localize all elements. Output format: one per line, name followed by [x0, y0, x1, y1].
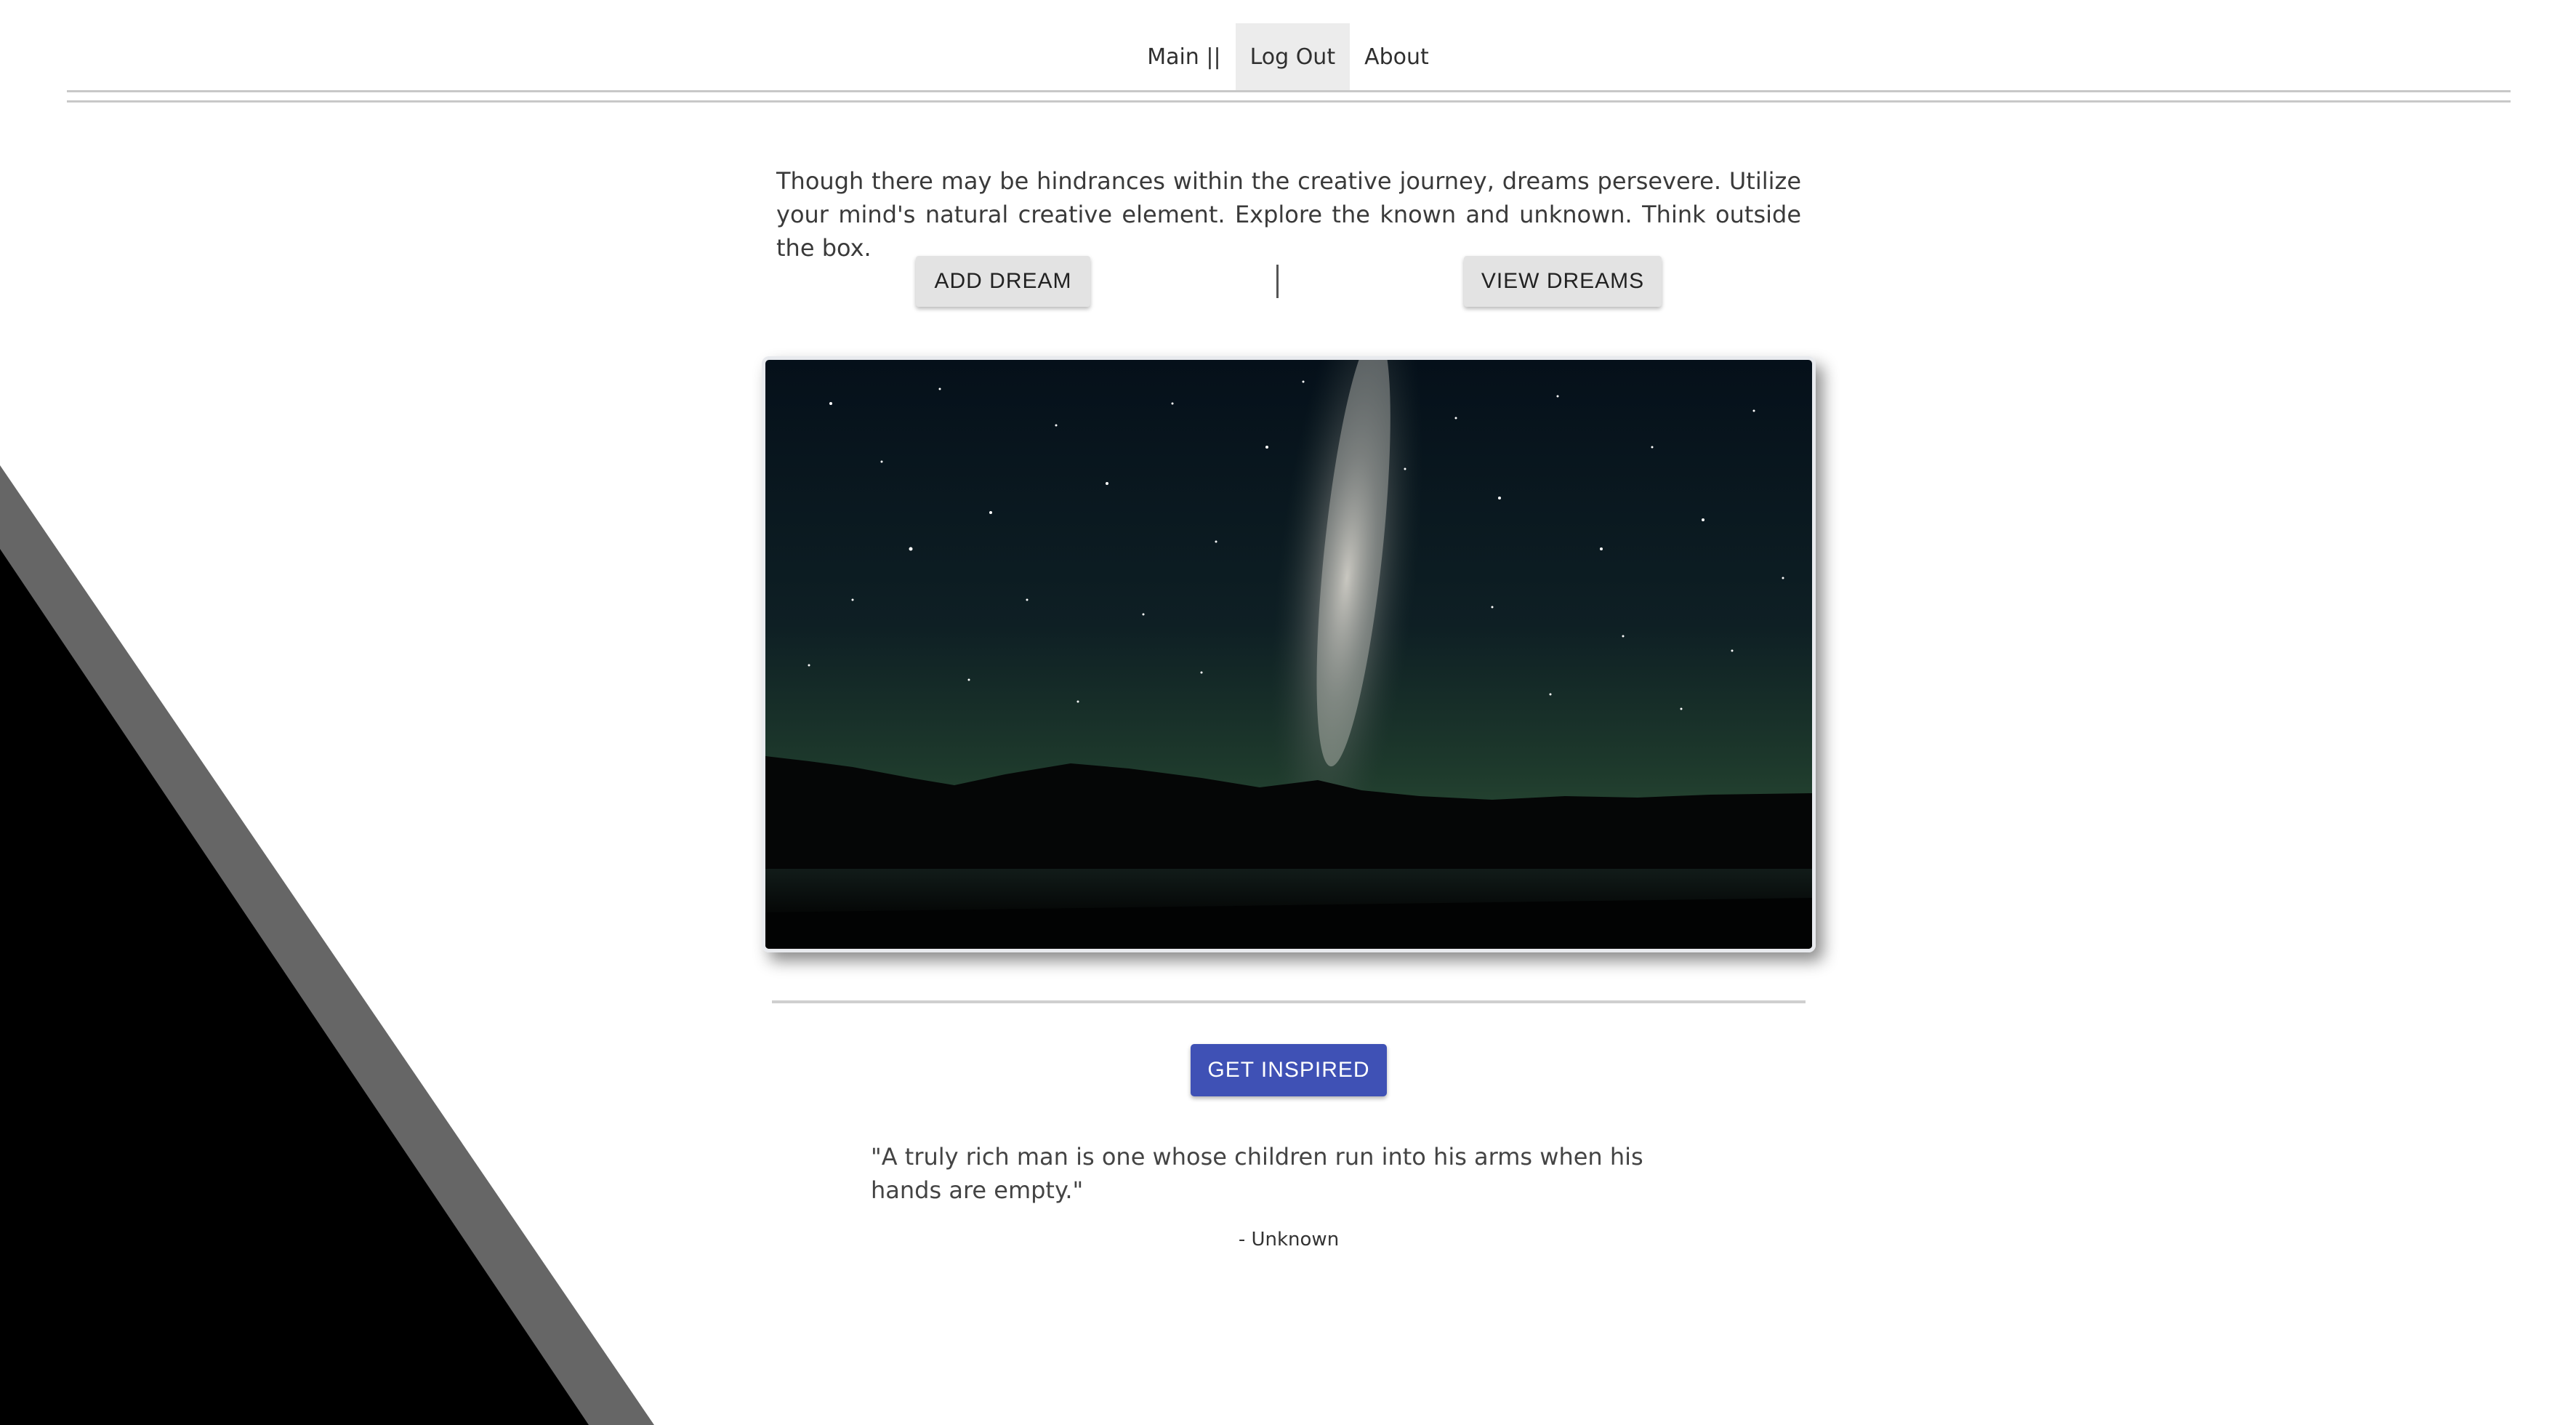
page: Main || Log Out About Though there may b… — [0, 0, 2576, 1425]
nav-main[interactable]: Main || — [1132, 23, 1235, 90]
add-dream-button[interactable]: ADD DREAM — [916, 256, 1090, 307]
intro-text: Though there may be hindrances within th… — [776, 167, 1801, 262]
top-nav: Main || Log Out About — [0, 23, 2576, 90]
get-inspired-button[interactable]: GET INSPIRED — [1191, 1044, 1387, 1096]
quote-author: - Unknown — [1238, 1229, 1340, 1251]
night-sky-image — [762, 356, 1816, 952]
nav-log-out[interactable]: Log Out — [1235, 23, 1351, 90]
nav-divider-bottom — [67, 100, 2511, 103]
button-separator — [1276, 265, 1279, 298]
quote-text: "A truly rich man is one whose children … — [871, 1143, 1643, 1204]
view-dreams-button[interactable]: VIEW DREAMS — [1464, 256, 1662, 307]
content-divider — [772, 1000, 1806, 1003]
nav-about[interactable]: About — [1350, 23, 1444, 90]
nav-divider-top — [67, 90, 2511, 92]
